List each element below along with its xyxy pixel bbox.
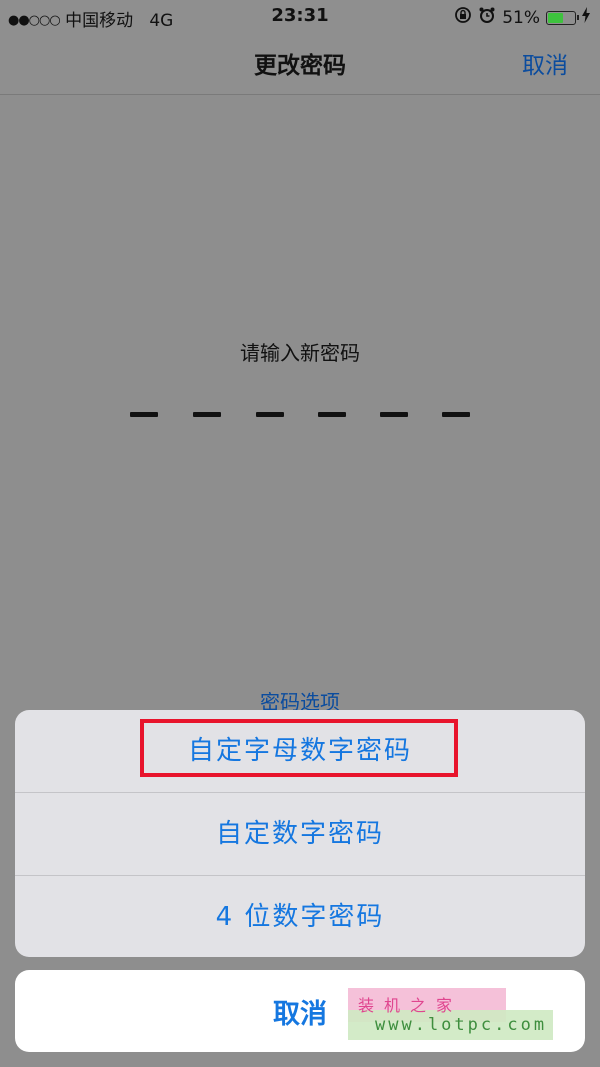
watermark-url: www.lotpc.com	[375, 1015, 548, 1035]
charging-icon	[582, 7, 590, 28]
digit-placeholder	[193, 412, 221, 417]
digit-placeholder	[442, 412, 470, 417]
navigation-bar: 更改密码 取消	[0, 34, 600, 95]
alarm-icon	[478, 6, 496, 29]
rotation-lock-icon	[454, 6, 472, 29]
digit-placeholder	[256, 412, 284, 417]
watermark-text: 装机之家	[358, 996, 463, 1015]
option-4-digit-numeric[interactable]: 4 位数字密码	[15, 876, 585, 957]
cancel-nav-button[interactable]: 取消	[522, 46, 568, 80]
digit-placeholder	[130, 412, 158, 417]
status-bar: ●●○○○ 中国移动 4G 23:31 51%	[0, 0, 600, 34]
status-right: 51%	[454, 6, 590, 29]
passcode-digit-placeholders	[130, 412, 470, 418]
battery-icon	[546, 10, 579, 25]
highlight-box	[140, 719, 458, 777]
digit-placeholder	[380, 412, 408, 417]
digit-placeholder	[318, 412, 346, 417]
passcode-prompt: 请输入新密码	[240, 341, 360, 365]
battery-percent: 51%	[502, 7, 540, 28]
page-title: 更改密码	[254, 53, 346, 79]
option-custom-numeric[interactable]: 自定数字密码	[15, 793, 585, 875]
